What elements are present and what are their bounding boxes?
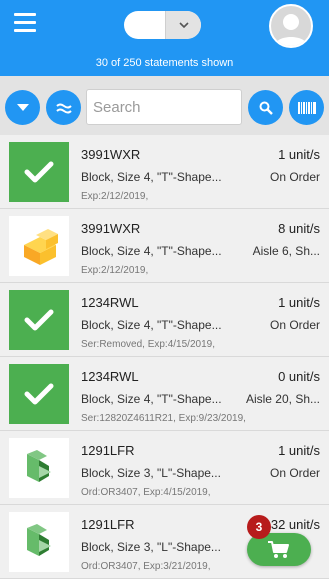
- check-icon: [9, 142, 69, 202]
- item-quantity: 1 unit/s: [278, 443, 320, 458]
- item-description: Block, Size 4, "T"-Shape...: [81, 392, 222, 406]
- item-quantity: 32 unit/s: [270, 517, 320, 532]
- item-location: On Order: [269, 170, 320, 184]
- item-name: 1291LFR: [81, 443, 135, 458]
- item-location: On Order: [269, 318, 320, 332]
- hamburger-menu-icon[interactable]: [14, 13, 36, 32]
- item-quantity: 1 unit/s: [278, 147, 320, 162]
- search-input[interactable]: [86, 89, 242, 125]
- shopping-cart-icon: [268, 540, 289, 558]
- yellow-t-block-icon: [9, 216, 69, 276]
- item-meta: Ser:Removed, Exp:4/15/2019,: [81, 339, 215, 350]
- item-name: 1291LFR: [81, 517, 135, 532]
- search-icon: [259, 101, 273, 115]
- app-header: 30 of 250 statements shown: [0, 0, 329, 76]
- barcode-scan-button[interactable]: [289, 90, 324, 125]
- item-meta: Exp:2/12/2019,: [81, 265, 149, 276]
- user-avatar-icon[interactable]: [269, 4, 313, 48]
- item-location: Aisle 6, Sh...: [252, 244, 320, 258]
- item-meta: Ser:12820Z4611R21, Exp:9/23/2019,: [81, 413, 246, 424]
- caret-down-icon: [16, 103, 29, 111]
- item-location: On Order: [269, 466, 320, 480]
- item-name: 1234RWL: [81, 369, 139, 384]
- item-description: Block, Size 3, "L"-Shape...: [81, 466, 221, 480]
- approx-icon: [55, 103, 72, 113]
- list-item[interactable]: 3991WXR 1 unit/s Block, Size 4, "T"-Shap…: [0, 135, 329, 209]
- search-button[interactable]: [248, 90, 283, 125]
- statements-count: 30 of 250 statements shown: [95, 57, 234, 69]
- list-item[interactable]: 1234RWL 1 unit/s Block, Size 4, "T"-Shap…: [0, 283, 329, 357]
- check-icon: [9, 290, 69, 350]
- item-description: Block, Size 3, "L"-Shape...: [81, 540, 221, 554]
- list-item[interactable]: 3991WXR 8 unit/s Block, Size 4, "T"-Shap…: [0, 209, 329, 283]
- item-location: Aisle 20, Sh...: [245, 392, 320, 406]
- item-name: 1234RWL: [81, 295, 139, 310]
- collapse-button[interactable]: [5, 90, 40, 125]
- item-description: Block, Size 4, "T"-Shape...: [81, 244, 222, 258]
- item-meta: Exp:2/12/2019,: [81, 191, 149, 202]
- item-quantity: 8 unit/s: [278, 221, 320, 236]
- filter-button[interactable]: [46, 90, 81, 125]
- item-description: Block, Size 4, "T"-Shape...: [81, 318, 222, 332]
- barcode-icon: [297, 101, 316, 114]
- item-meta: Ord:OR3407, Exp:3/21/2019,: [81, 561, 211, 572]
- item-name: 3991WXR: [81, 221, 141, 236]
- check-icon: [9, 364, 69, 424]
- statements-list: 3991WXR 1 unit/s Block, Size 4, "T"-Shap…: [0, 135, 329, 579]
- list-item[interactable]: 1291LFR 1 unit/s Block, Size 3, "L"-Shap…: [0, 431, 329, 505]
- item-meta: Ord:OR3407, Exp:4/15/2019,: [81, 487, 211, 498]
- search-toolbar: [0, 76, 329, 135]
- item-quantity: 1 unit/s: [278, 295, 320, 310]
- chevron-down-icon[interactable]: [165, 11, 201, 39]
- cart-count-badge: 3: [247, 515, 271, 539]
- item-description: Block, Size 4, "T"-Shape...: [81, 170, 222, 184]
- item-quantity: 0 unit/s: [278, 369, 320, 384]
- item-name: 3991WXR: [81, 147, 141, 162]
- list-item[interactable]: 1234RWL 0 unit/s Block, Size 4, "T"-Shap…: [0, 357, 329, 431]
- green-l-block-icon: [9, 512, 69, 572]
- view-toggle-dropdown[interactable]: [124, 11, 201, 39]
- green-l-block-icon: [9, 438, 69, 498]
